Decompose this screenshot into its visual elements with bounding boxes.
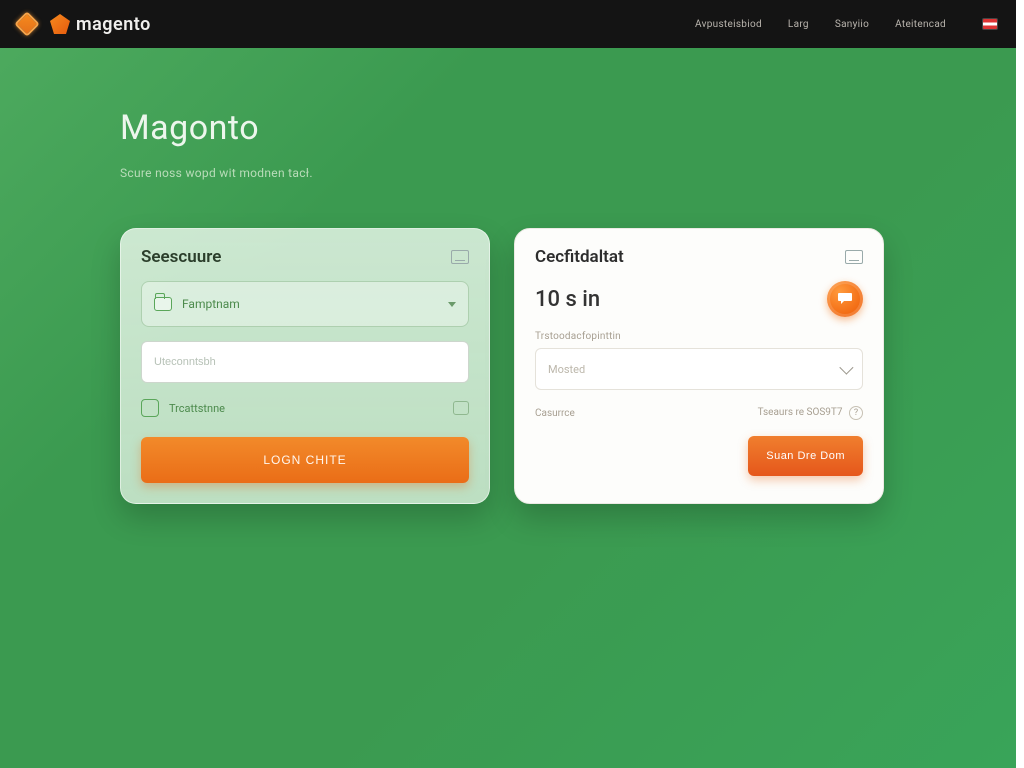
- brand[interactable]: magento: [50, 14, 151, 35]
- login-button[interactable]: LOGN CHITE: [141, 437, 469, 483]
- username-input[interactable]: [154, 356, 456, 368]
- field-label: Trstoodacfopinttin: [535, 331, 863, 342]
- chevron-down-icon: [839, 361, 853, 375]
- mode-select[interactable]: Mosted: [535, 348, 863, 390]
- hero-subtitle: Scure noss wopd wit modnen tacł.: [120, 166, 313, 180]
- credential-card-title: Cecfitdaltat: [535, 247, 624, 267]
- category-select[interactable]: Famptnam: [141, 281, 469, 327]
- speech-icon: [837, 292, 853, 306]
- nav-link-2[interactable]: Sanyiio: [835, 19, 869, 30]
- chevron-down-icon: [448, 302, 456, 307]
- brand-text: magento: [76, 14, 151, 35]
- remember-label: Trcattstnne: [169, 402, 225, 415]
- secure-card: Seescuure Famptnam Trcattstnne LOGN CHIT…: [120, 228, 490, 504]
- header-bar: magento Avpusteisbiod Larg Sanyiio Ateit…: [0, 0, 1016, 48]
- top-nav: Avpusteisbiod Larg Sanyiio Ateitencad: [695, 18, 998, 30]
- credential-card: Cecfitdaltat 10 s in Trstoodacfopinttin …: [514, 228, 884, 504]
- folder-icon: [154, 297, 172, 311]
- remember-row[interactable]: Trcattstnne: [141, 399, 469, 417]
- tiny-panel-icon: [453, 401, 469, 415]
- locale-flag-icon[interactable]: [982, 18, 998, 30]
- diamond-icon: [14, 11, 39, 36]
- hero: Magonto Scure noss wopd wit modnen tacł.: [120, 108, 313, 180]
- secure-card-title: Seescuure: [141, 247, 221, 267]
- brand-logo-icon: [50, 14, 70, 34]
- help-icon[interactable]: ?: [849, 406, 863, 420]
- window-icon[interactable]: [451, 250, 469, 264]
- nav-link-1[interactable]: Larg: [788, 19, 809, 30]
- category-label: Famptnam: [182, 297, 240, 311]
- mode-placeholder: Mosted: [548, 363, 585, 376]
- chat-bubble-icon[interactable]: [827, 281, 863, 317]
- submit-button[interactable]: Suan Dre Dom: [748, 436, 863, 476]
- foot-right-label: Tseaurs re SOS9T7: [758, 407, 843, 418]
- monitor-icon: [845, 250, 863, 264]
- foot-left-label: Casurrce: [535, 408, 575, 419]
- username-input-wrap[interactable]: [141, 341, 469, 383]
- nav-link-0[interactable]: Avpusteisbiod: [695, 19, 762, 30]
- nav-link-3[interactable]: Ateitencad: [895, 19, 946, 30]
- hero-title: Magonto: [120, 108, 313, 148]
- price-value: 10 s in: [535, 287, 600, 312]
- checkbox-icon[interactable]: [141, 399, 159, 417]
